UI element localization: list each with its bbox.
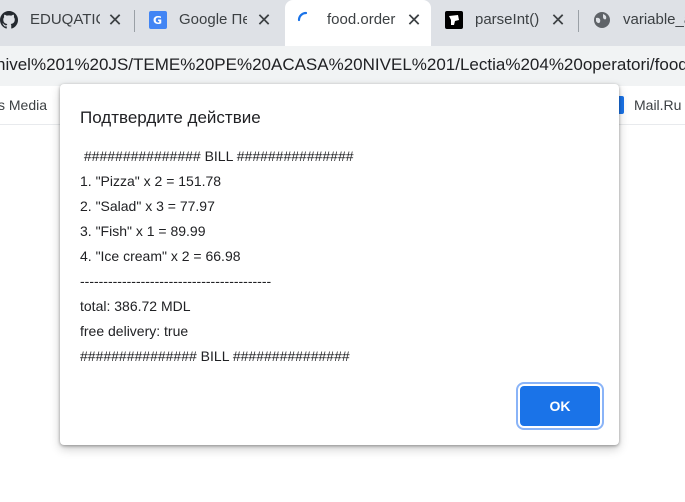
bill-footer-line: ############### BILL ############### xyxy=(80,348,350,364)
globe-icon xyxy=(593,11,611,29)
tab-variable[interactable]: variable_a xyxy=(585,0,685,40)
tab-title: parseInt() xyxy=(475,11,540,28)
bill-item-line: 1. "Pizza" x 2 = 151.78 xyxy=(80,173,222,189)
tab-google-translate[interactable]: G Google Пе ✕ xyxy=(143,0,283,40)
dialog-title: Подтвердите действие xyxy=(80,108,261,127)
tab-parseint[interactable]: parseInt() ✕ xyxy=(431,0,577,40)
tab-food-order[interactable]: food.order ✕ xyxy=(285,0,431,46)
tab-title: variable_a xyxy=(623,11,685,28)
tab-separator xyxy=(134,10,135,32)
bookmark-media[interactable]: s Media xyxy=(0,97,47,113)
loading-spinner-icon xyxy=(297,11,315,29)
github-icon xyxy=(0,11,18,29)
bookmark-mailru[interactable]: Mail.Ru xyxy=(634,97,681,113)
confirm-dialog: Подтвердите действие ############### BIL… xyxy=(60,84,619,445)
bill-delivery-line: free delivery: true xyxy=(80,323,189,339)
close-icon[interactable]: ✕ xyxy=(405,11,423,29)
close-icon[interactable]: ✕ xyxy=(106,11,124,29)
tab-title: Google Пе xyxy=(179,11,247,28)
google-translate-icon: G xyxy=(149,11,167,29)
bill-item-line: 2. "Salad" x 3 = 77.97 xyxy=(80,198,215,214)
ok-button[interactable]: OK xyxy=(520,386,600,426)
tab-title: EDUQATIC xyxy=(30,11,100,28)
dialog-message: ############### BILL ############### 1. … xyxy=(80,144,600,369)
url-text[interactable]: nivel%201%20JS/TEME%20PE%20ACASA%20NIVEL… xyxy=(0,55,685,75)
tab-eduqatic[interactable]: EDUQATIC ✕ xyxy=(0,0,134,40)
mdn-dino-icon xyxy=(445,11,463,29)
close-icon[interactable]: ✕ xyxy=(255,11,273,29)
tab-strip: EDUQATIC ✕ G Google Пе ✕ food.order ✕ pa… xyxy=(0,0,685,46)
close-icon[interactable]: ✕ xyxy=(549,11,567,29)
bill-item-line: 3. "Fish" x 1 = 89.99 xyxy=(80,223,206,239)
tab-separator xyxy=(578,10,579,32)
address-bar[interactable]: nivel%201%20JS/TEME%20PE%20ACASA%20NIVEL… xyxy=(0,46,685,86)
svg-text:G: G xyxy=(153,14,162,27)
tab-title: food.order xyxy=(327,11,396,28)
bill-divider-line: ----------------------------------------… xyxy=(80,273,272,289)
bill-item-line: 4. "Ice cream" x 2 = 66.98 xyxy=(80,248,241,264)
bill-header-line: ############### BILL ############### xyxy=(80,148,354,164)
bill-total-line: total: 386.72 MDL xyxy=(80,298,191,314)
